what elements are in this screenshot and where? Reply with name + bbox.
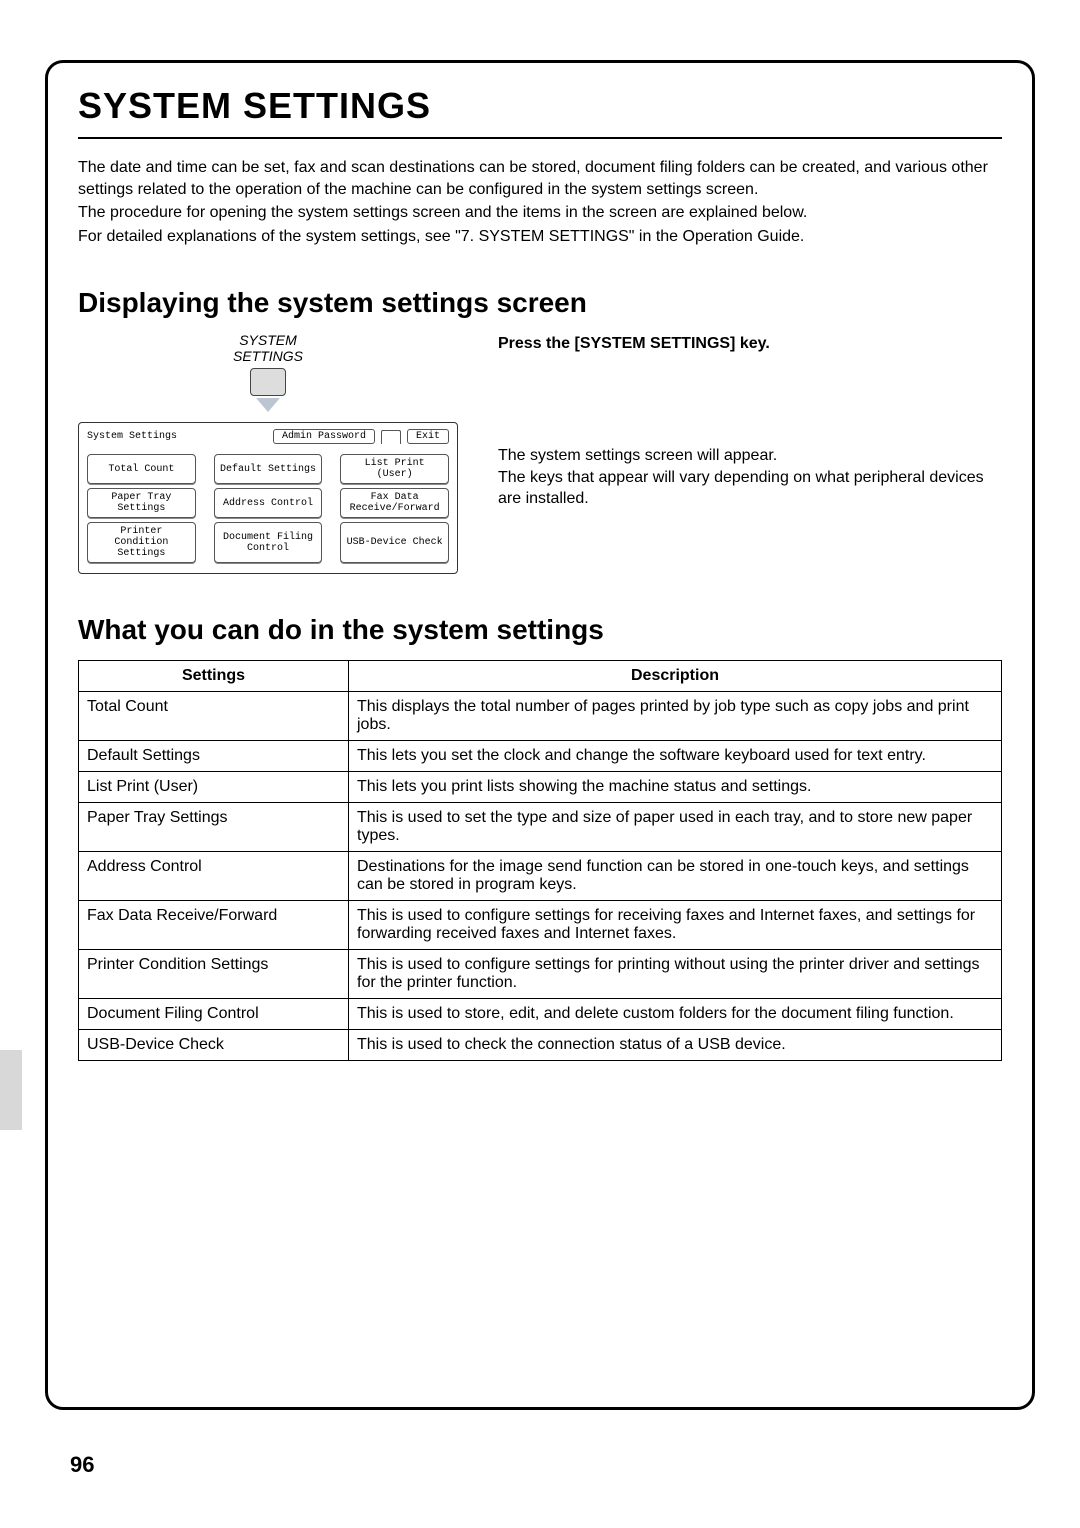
instruction-body-l1: The system settings screen will appear. bbox=[498, 445, 1002, 467]
panel-title: System Settings bbox=[87, 431, 177, 442]
printer-condition-button[interactable]: Printer ConditionSettings bbox=[87, 522, 196, 563]
setting-desc: This is used to configure settings for p… bbox=[349, 950, 1002, 999]
table-row: Document Filing ControlThis is used to s… bbox=[79, 999, 1002, 1030]
setting-desc: This is used to check the connection sta… bbox=[349, 1030, 1002, 1061]
table-row: Address ControlDestinations for the imag… bbox=[79, 852, 1002, 901]
setting-name: Fax Data Receive/Forward bbox=[79, 901, 349, 950]
page-frame: SYSTEM SETTINGS The date and time can be… bbox=[45, 60, 1035, 1410]
setting-desc: This is used to set the type and size of… bbox=[349, 803, 1002, 852]
setting-name: List Print (User) bbox=[79, 772, 349, 803]
paper-tray-settings-button[interactable]: Paper TraySettings bbox=[87, 488, 196, 518]
address-control-button[interactable]: Address Control bbox=[214, 488, 323, 518]
intro-p1: The date and time can be set, fax and sc… bbox=[78, 157, 1002, 200]
fax-data-button[interactable]: Fax DataReceive/Forward bbox=[340, 488, 449, 518]
setting-desc: This is used to store, edit, and delete … bbox=[349, 999, 1002, 1030]
table-row: Fax Data Receive/ForwardThis is used to … bbox=[79, 901, 1002, 950]
total-count-button[interactable]: Total Count bbox=[87, 454, 196, 484]
setting-desc: This displays the total number of pages … bbox=[349, 692, 1002, 741]
display-right: Press the [SYSTEM SETTINGS] key. The sys… bbox=[498, 333, 1002, 574]
tab-icon bbox=[381, 430, 401, 444]
table-row: USB-Device CheckThis is used to check th… bbox=[79, 1030, 1002, 1061]
intro-block: The date and time can be set, fax and sc… bbox=[78, 157, 1002, 247]
setting-name: Total Count bbox=[79, 692, 349, 741]
panel-button-grid: Total Count Default Settings List Print(… bbox=[87, 454, 449, 563]
section-whatyoucando-title: What you can do in the system settings bbox=[78, 614, 1002, 646]
key-block: SYSTEM SETTINGS bbox=[78, 333, 458, 412]
usb-device-check-button[interactable]: USB-Device Check bbox=[340, 522, 449, 563]
setting-name: USB-Device Check bbox=[79, 1030, 349, 1061]
table-row: Default SettingsThis lets you set the cl… bbox=[79, 741, 1002, 772]
admin-password-button[interactable]: Admin Password bbox=[273, 429, 375, 444]
page-title: SYSTEM SETTINGS bbox=[78, 85, 1002, 139]
setting-name: Address Control bbox=[79, 852, 349, 901]
default-settings-button[interactable]: Default Settings bbox=[214, 454, 323, 484]
table-row: Paper Tray SettingsThis is used to set t… bbox=[79, 803, 1002, 852]
instruction-title: Press the [SYSTEM SETTINGS] key. bbox=[498, 333, 1002, 355]
setting-name: Document Filing Control bbox=[79, 999, 349, 1030]
list-print-user-button[interactable]: List Print(User) bbox=[340, 454, 449, 484]
table-row: Total CountThis displays the total numbe… bbox=[79, 692, 1002, 741]
side-tab bbox=[0, 1050, 22, 1130]
setting-name: Printer Condition Settings bbox=[79, 950, 349, 999]
intro-p3: For detailed explanations of the system … bbox=[78, 226, 1002, 248]
display-row: SYSTEM SETTINGS System Settings Admin Pa… bbox=[78, 333, 1002, 574]
document-filing-button[interactable]: Document FilingControl bbox=[214, 522, 323, 563]
page-number: 96 bbox=[70, 1452, 94, 1478]
setting-desc: This is used to configure settings for r… bbox=[349, 901, 1002, 950]
settings-table: Settings Description Total CountThis dis… bbox=[78, 660, 1002, 1061]
setting-name: Paper Tray Settings bbox=[79, 803, 349, 852]
col-header-settings: Settings bbox=[79, 661, 349, 692]
section-display-title: Displaying the system settings screen bbox=[78, 287, 1002, 319]
chevron-down-icon bbox=[256, 398, 280, 412]
key-caption-l2: SETTINGS bbox=[78, 349, 458, 364]
table-row: Printer Condition SettingsThis is used t… bbox=[79, 950, 1002, 999]
table-row: List Print (User)This lets you print lis… bbox=[79, 772, 1002, 803]
instruction-body-l2: The keys that appear will vary depending… bbox=[498, 467, 1002, 510]
setting-name: Default Settings bbox=[79, 741, 349, 772]
system-settings-key-icon bbox=[250, 368, 286, 396]
panel-header: System Settings Admin Password Exit bbox=[87, 429, 449, 444]
setting-desc: This lets you print lists showing the ma… bbox=[349, 772, 1002, 803]
exit-button[interactable]: Exit bbox=[407, 429, 449, 444]
setting-desc: Destinations for the image send function… bbox=[349, 852, 1002, 901]
display-left: SYSTEM SETTINGS System Settings Admin Pa… bbox=[78, 333, 458, 574]
key-caption-l1: SYSTEM bbox=[78, 333, 458, 348]
setting-desc: This lets you set the clock and change t… bbox=[349, 741, 1002, 772]
col-header-description: Description bbox=[349, 661, 1002, 692]
intro-p2: The procedure for opening the system set… bbox=[78, 202, 1002, 224]
system-settings-panel: System Settings Admin Password Exit Tota… bbox=[78, 422, 458, 574]
